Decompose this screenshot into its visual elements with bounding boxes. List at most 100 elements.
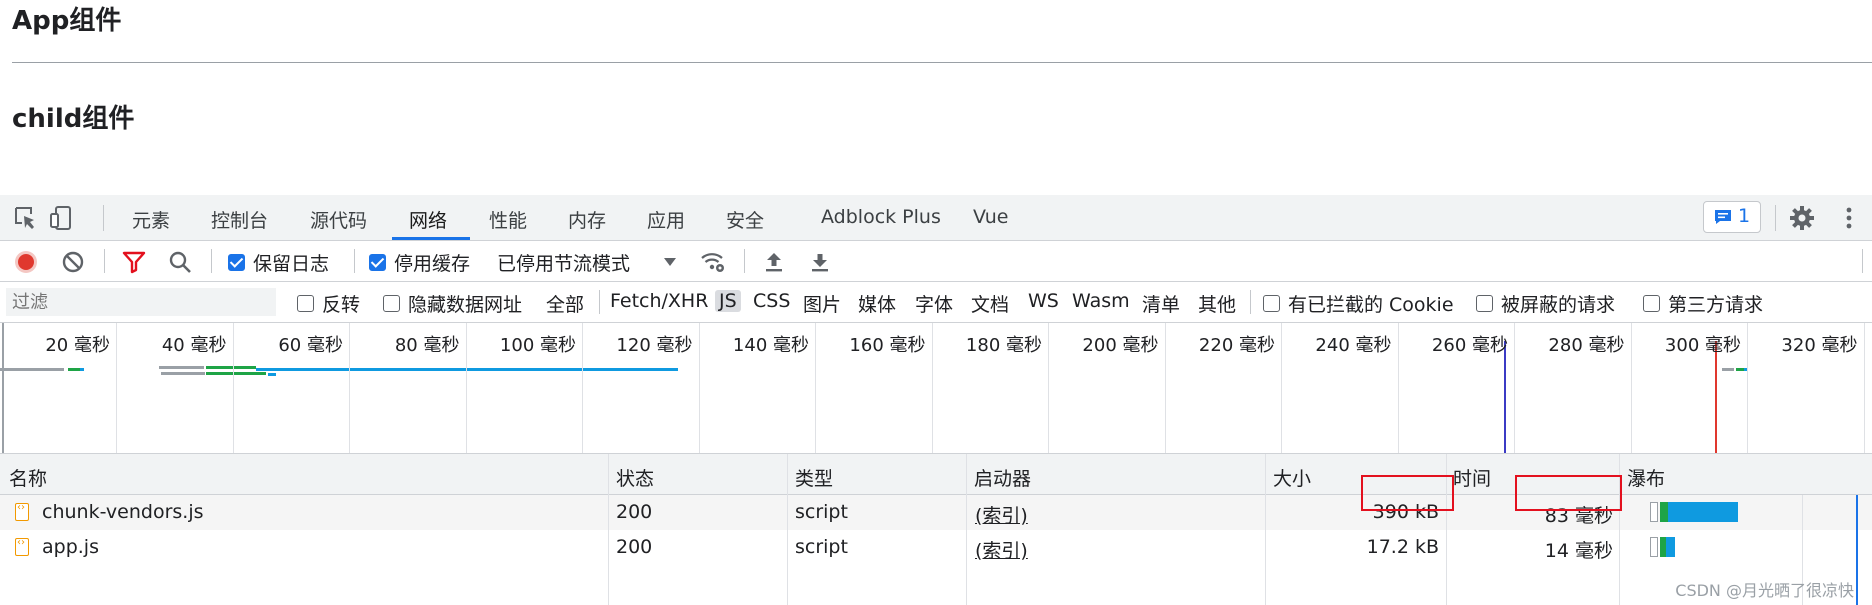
tab-elements[interactable]: 元素 bbox=[132, 206, 170, 233]
column-divider[interactable] bbox=[966, 454, 967, 605]
column-header-type[interactable]: 类型 bbox=[795, 464, 833, 491]
tab-network[interactable]: 网络 bbox=[409, 206, 447, 233]
chevron-down-icon[interactable] bbox=[664, 258, 676, 266]
column-header-initiator[interactable]: 启动器 bbox=[974, 464, 1031, 491]
tab-memory[interactable]: 内存 bbox=[568, 206, 606, 233]
more-options-icon[interactable] bbox=[1836, 205, 1862, 231]
column-divider[interactable] bbox=[1265, 454, 1266, 605]
throttling-select[interactable]: 已停用节流模式 bbox=[497, 249, 630, 276]
timeline-tick-label: 200 毫秒 bbox=[1082, 335, 1159, 356]
filter-type-ws[interactable]: WS bbox=[1028, 290, 1059, 312]
blocked-cookies-checkbox[interactable]: 有已拦截的 Cookie bbox=[1263, 290, 1454, 317]
timeline-overview[interactable]: 20 毫秒 40 毫秒 60 毫秒 80 毫秒 100 毫秒 120 毫秒 140 毫秒 16… bbox=[0, 323, 1872, 454]
filter-type-font[interactable]: 字体 bbox=[915, 290, 953, 317]
filter-type-all[interactable]: 全部 bbox=[546, 290, 584, 317]
timeline-tick-label: 280 毫秒 bbox=[1548, 335, 1625, 356]
clear-icon[interactable] bbox=[60, 249, 86, 275]
issues-button[interactable]: 1 bbox=[1703, 201, 1761, 233]
devtools-tabbar: 元素 控制台 源代码 网络 性能 内存 应用 安全 Adblock Plus V… bbox=[0, 195, 1872, 241]
tab-application[interactable]: 应用 bbox=[647, 206, 685, 233]
filter-type-manifest[interactable]: 清单 bbox=[1142, 290, 1180, 317]
filter-type-fetch-xhr[interactable]: Fetch/XHR bbox=[610, 290, 708, 312]
preserve-log-label: 保留日志 bbox=[253, 253, 330, 275]
invert-checkbox[interactable]: 反转 bbox=[297, 290, 360, 317]
gear-icon[interactable] bbox=[1789, 205, 1815, 231]
column-header-name[interactable]: 名称 bbox=[9, 464, 47, 491]
request-time: 14 毫秒 bbox=[1544, 540, 1613, 562]
column-header-time[interactable]: 时间 bbox=[1453, 464, 1491, 491]
column-header-waterfall[interactable]: 瀑布 bbox=[1627, 464, 1665, 491]
filter-icon[interactable] bbox=[121, 249, 147, 275]
toolbar-separator bbox=[354, 249, 355, 273]
child-component-heading: child组件 bbox=[12, 104, 135, 134]
tab-adblock-plus[interactable]: Adblock Plus bbox=[821, 206, 941, 228]
filter-separator bbox=[599, 290, 600, 314]
request-status: 200 bbox=[616, 501, 653, 523]
request-name: app.js bbox=[42, 536, 99, 558]
column-divider[interactable] bbox=[608, 454, 609, 605]
issues-count: 1 bbox=[1738, 205, 1751, 227]
export-har-icon[interactable] bbox=[807, 249, 833, 275]
request-initiator-link[interactable]: (索引) bbox=[975, 536, 1028, 563]
invert-check[interactable] bbox=[297, 295, 314, 312]
request-initiator-link[interactable]: (索引) bbox=[975, 501, 1028, 528]
timeline-tick-label: 80 毫秒 bbox=[394, 335, 460, 356]
filter-input[interactable] bbox=[6, 288, 276, 316]
load-event-marker bbox=[1715, 341, 1717, 453]
network-conditions-icon[interactable] bbox=[700, 249, 726, 275]
tab-performance[interactable]: 性能 bbox=[489, 206, 527, 233]
column-header-status[interactable]: 状态 bbox=[616, 464, 654, 491]
highlight-time-box bbox=[1515, 475, 1622, 511]
network-toolbar: 保留日志 停用缓存 已停用节流模式 bbox=[0, 241, 1872, 282]
device-toolbar-icon[interactable] bbox=[48, 205, 74, 231]
column-divider[interactable] bbox=[787, 454, 788, 605]
timeline-tick-label: 120 毫秒 bbox=[616, 335, 693, 356]
request-type: script bbox=[795, 501, 848, 523]
request-type: script bbox=[795, 536, 848, 558]
tabbar-separator bbox=[1775, 205, 1776, 231]
inspect-element-icon[interactable] bbox=[13, 205, 39, 231]
tab-security[interactable]: 安全 bbox=[726, 206, 764, 233]
disable-cache-checkbox[interactable]: 停用缓存 bbox=[369, 249, 470, 276]
waterfall-load-marker bbox=[1856, 495, 1858, 605]
highlight-size-box bbox=[1361, 475, 1454, 511]
timeline-bar bbox=[1736, 368, 1744, 371]
timeline-tick-label: 300 毫秒 bbox=[1664, 335, 1741, 356]
filter-type-img[interactable]: 图片 bbox=[803, 290, 841, 317]
import-har-icon[interactable] bbox=[761, 249, 787, 275]
blocked-cookies-check[interactable] bbox=[1263, 295, 1280, 312]
hide-data-urls-check[interactable] bbox=[383, 295, 400, 312]
waterfall-download bbox=[1666, 537, 1675, 557]
hide-data-urls-checkbox[interactable]: 隐藏数据网址 bbox=[383, 290, 522, 317]
filter-type-doc[interactable]: 文档 bbox=[971, 290, 1009, 317]
tab-console[interactable]: 控制台 bbox=[211, 206, 268, 233]
filter-separator bbox=[1250, 290, 1251, 314]
third-party-checkbox[interactable]: 第三方请求 bbox=[1643, 290, 1763, 317]
preserve-log-checkbox[interactable]: 保留日志 bbox=[228, 249, 329, 276]
filter-type-wasm[interactable]: Wasm bbox=[1072, 290, 1130, 312]
tab-vue[interactable]: Vue bbox=[973, 206, 1008, 228]
timeline-bar bbox=[1722, 368, 1734, 371]
waterfall-queue bbox=[1650, 502, 1658, 522]
third-party-check[interactable] bbox=[1643, 295, 1660, 312]
timeline-tick-label: 60 毫秒 bbox=[278, 335, 343, 356]
timeline-tick-label: 40 毫秒 bbox=[161, 335, 227, 356]
filter-type-css[interactable]: CSS bbox=[753, 290, 790, 312]
filter-type-other[interactable]: 其他 bbox=[1198, 290, 1236, 317]
filter-type-media[interactable]: 媒体 bbox=[858, 290, 896, 317]
table-row[interactable]: app.js 200 script (索引) 17.2 kB 14 毫秒 bbox=[0, 530, 1872, 565]
column-header-size[interactable]: 大小 bbox=[1273, 464, 1311, 491]
filter-type-js[interactable]: JS bbox=[715, 290, 741, 312]
timeline-bar bbox=[256, 368, 678, 371]
timeline-bar bbox=[80, 368, 84, 371]
record-icon[interactable] bbox=[13, 249, 39, 275]
requests-table: 名称 状态 类型 启动器 大小 时间 瀑布 chunk-vendors.js 2… bbox=[0, 454, 1872, 605]
third-party-label: 第三方请求 bbox=[1668, 294, 1764, 316]
blocked-requests-checkbox[interactable]: 被屏蔽的请求 bbox=[1476, 290, 1615, 317]
tab-sources[interactable]: 源代码 bbox=[310, 206, 367, 233]
preserve-log-check[interactable] bbox=[228, 254, 245, 271]
disable-cache-check[interactable] bbox=[369, 254, 386, 271]
blocked-requests-check[interactable] bbox=[1476, 295, 1493, 312]
search-icon[interactable] bbox=[167, 249, 193, 275]
timeline-tick-label: 180 毫秒 bbox=[965, 335, 1042, 356]
